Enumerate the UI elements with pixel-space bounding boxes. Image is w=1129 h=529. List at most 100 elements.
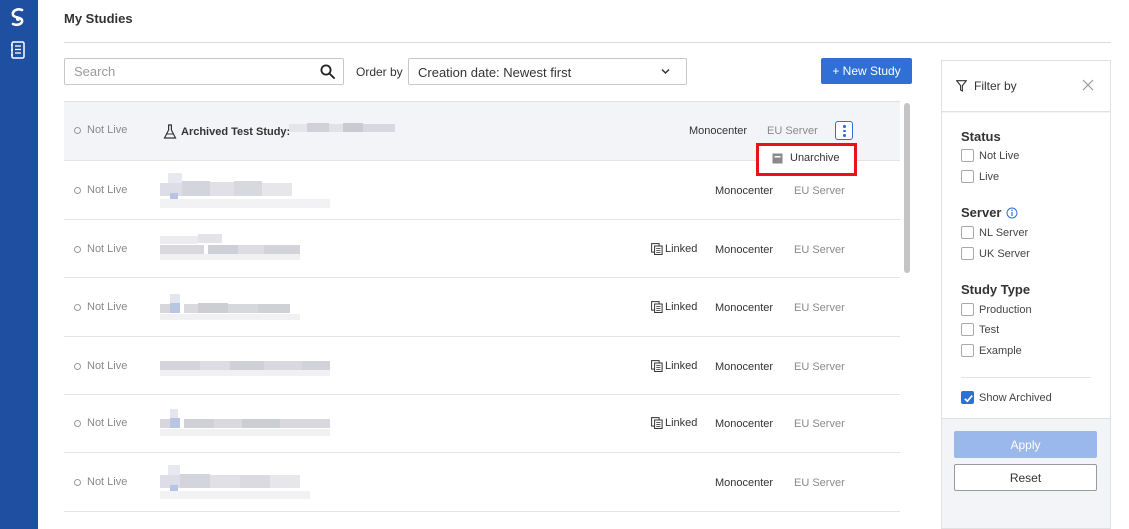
search-box — [64, 58, 344, 85]
filter-header: Filter by — [942, 61, 1110, 112]
redacted-name — [289, 123, 395, 132]
status-dot-icon — [74, 245, 81, 253]
study-name[interactable]: Archived Test Study: — [163, 124, 290, 140]
status-label: Not Live — [87, 184, 128, 196]
apply-button[interactable]: Apply — [954, 431, 1097, 458]
center-cell: Monocenter — [715, 302, 774, 314]
page-title: My Studies — [64, 11, 133, 26]
linked-cell: Linked — [651, 301, 697, 313]
study-type-group-title: Study Type — [961, 282, 1030, 297]
list-scrollbar[interactable] — [903, 101, 912, 529]
filter-option-live[interactable]: Live — [961, 170, 999, 183]
archive-box-icon — [772, 153, 783, 163]
flask-icon — [163, 124, 177, 139]
not-live-checkbox[interactable] — [961, 149, 974, 162]
redacted-name — [160, 234, 300, 260]
status-dot-icon — [74, 478, 81, 486]
redacted-name — [160, 294, 300, 320]
linked-icon — [651, 417, 663, 429]
linked-label: Linked — [665, 243, 698, 255]
status-cell: Not Live — [74, 184, 127, 196]
status-dot-icon — [74, 303, 81, 311]
chevron-down-icon — [661, 68, 670, 75]
show-archived-checkbox[interactable] — [961, 391, 974, 404]
search-input[interactable] — [65, 59, 315, 84]
redacted-name — [160, 409, 330, 436]
table-row[interactable]: Not Live Linked Monocenter EU Server — [64, 337, 900, 395]
test-checkbox[interactable] — [961, 323, 974, 336]
uk-server-checkbox[interactable] — [961, 247, 974, 260]
filter-option-nl-server[interactable]: NL Server — [961, 226, 1028, 239]
status-cell: Not Live — [74, 360, 127, 372]
center-cell: Monocenter — [715, 477, 774, 489]
table-row[interactable]: Not Live Linked Monocenter EU Server — [64, 220, 900, 278]
server-group-label: Server — [961, 205, 1002, 220]
show-archived-label: Show Archived — [979, 391, 1052, 404]
production-label: Production — [979, 303, 1032, 316]
app-sidebar — [0, 0, 38, 529]
linked-icon — [651, 243, 663, 255]
filter-option-not-live[interactable]: Not Live — [961, 149, 1019, 162]
row-action-menu: Unarchive — [756, 143, 857, 176]
status-dot-icon — [74, 419, 81, 427]
table-row[interactable]: Not Live Linked Monocenter EU Server — [64, 278, 900, 337]
funnel-icon — [956, 80, 967, 92]
checkmark-icon — [964, 395, 973, 403]
linked-label: Linked — [665, 301, 698, 313]
status-label: Not Live — [87, 243, 128, 255]
linked-label: Linked — [665, 360, 698, 372]
order-by-label: Order by — [356, 65, 403, 79]
study-name-prefix: Archived Test Study: — [181, 126, 291, 138]
filter-option-production[interactable]: Production — [961, 303, 1032, 316]
server-group-title: Server — [961, 205, 1018, 220]
live-checkbox[interactable] — [961, 170, 974, 183]
example-checkbox[interactable] — [961, 344, 974, 357]
status-cell: Not Live — [74, 476, 127, 488]
test-label: Test — [979, 323, 1000, 336]
studies-nav-icon[interactable] — [10, 41, 26, 59]
linked-icon — [651, 360, 663, 372]
table-row[interactable]: Not Live Linked Monocenter EU Server — [64, 395, 900, 453]
info-icon[interactable] — [1006, 207, 1018, 219]
filter-body: Status Not Live Live Server NL Server UK… — [942, 113, 1110, 419]
unarchive-menu-item[interactable]: Unarchive — [772, 152, 840, 164]
status-group-label: Status — [961, 129, 1001, 144]
status-cell: Not Live — [74, 417, 127, 429]
close-icon[interactable] — [1082, 79, 1094, 91]
redacted-name — [160, 361, 330, 376]
center-cell: Monocenter — [715, 418, 774, 430]
row-more-button[interactable] — [835, 121, 853, 140]
server-cell: EU Server — [794, 477, 845, 489]
not-live-label: Not Live — [979, 149, 1020, 162]
new-study-button[interactable]: + New Study — [821, 58, 912, 84]
nl-server-checkbox[interactable] — [961, 226, 974, 239]
status-label: Not Live — [87, 124, 128, 136]
center-cell: Monocenter — [715, 244, 774, 256]
linked-cell: Linked — [651, 417, 697, 429]
linked-icon — [651, 301, 663, 313]
status-group-title: Status — [961, 129, 1001, 144]
filter-option-test[interactable]: Test — [961, 323, 999, 336]
scrollbar-thumb[interactable] — [904, 103, 910, 273]
filter-option-show-archived[interactable]: Show Archived — [961, 391, 1052, 404]
linked-cell: Linked — [651, 243, 697, 255]
app-logo-icon[interactable] — [8, 6, 28, 28]
study-type-group-label: Study Type — [961, 282, 1031, 297]
redacted-name — [160, 465, 310, 499]
order-by-select[interactable]: Creation date: Newest first — [408, 58, 687, 85]
server-cell: EU Server — [794, 185, 845, 197]
search-icon[interactable] — [320, 64, 335, 79]
filter-option-uk-server[interactable]: UK Server — [961, 247, 1030, 260]
status-label: Not Live — [87, 417, 128, 429]
status-label: Not Live — [87, 360, 128, 372]
filter-divider — [961, 377, 1091, 378]
status-label: Not Live — [87, 476, 128, 488]
order-by-value: Creation date: Newest first — [418, 65, 572, 80]
filter-option-example[interactable]: Example — [961, 344, 1022, 357]
reset-button[interactable]: Reset — [954, 464, 1097, 491]
table-row[interactable]: Not Live Monocenter EU Server — [64, 453, 900, 512]
table-row[interactable] — [64, 512, 900, 529]
example-label: Example — [979, 344, 1022, 357]
production-checkbox[interactable] — [961, 303, 974, 316]
status-dot-icon — [74, 362, 81, 370]
